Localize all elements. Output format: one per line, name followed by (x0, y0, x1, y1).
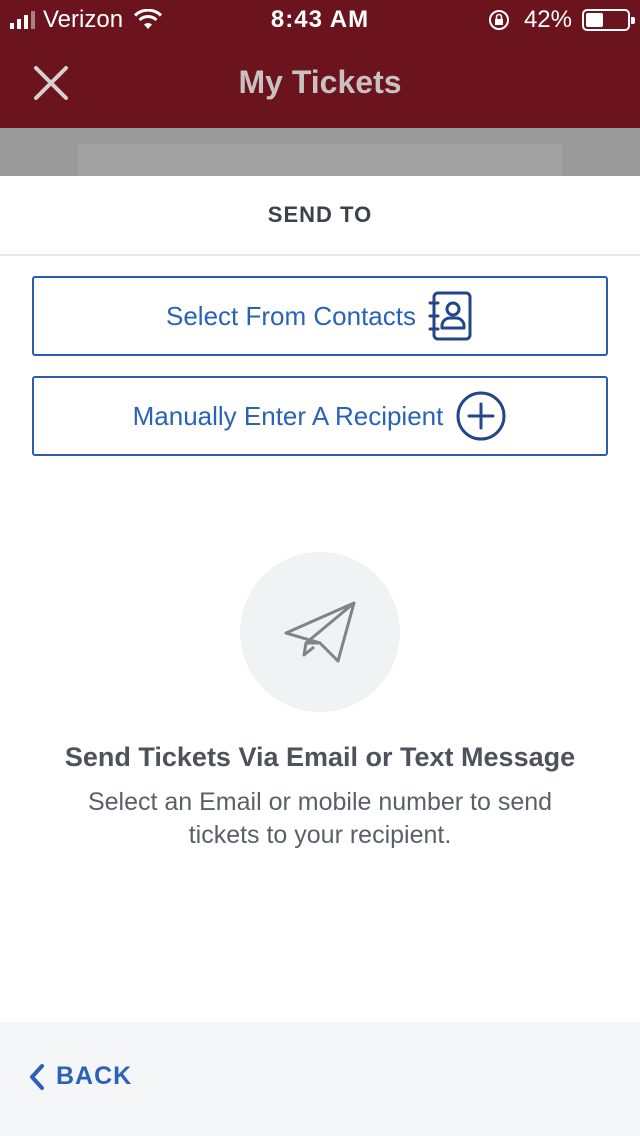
empty-state-description: Select an Email or mobile number to send… (87, 788, 553, 849)
battery-fill (586, 13, 603, 27)
sheet-header: SEND TO (0, 176, 640, 256)
send-to-sheet: SEND TO Select From Contacts Manually En… (0, 176, 640, 1136)
empty-state-title: Send Tickets Via Email or Text Message (64, 742, 576, 772)
page-title: My Tickets (238, 64, 402, 100)
select-from-contacts-label: Select From Contacts (166, 300, 416, 331)
empty-state-illustration (240, 552, 400, 712)
plus-circle-icon (455, 390, 507, 442)
battery-percent: 42% (523, 6, 572, 33)
manually-enter-recipient-label: Manually Enter A Recipient (132, 400, 444, 431)
chevron-left-icon (30, 1063, 44, 1090)
status-right: 42% (488, 6, 635, 34)
sheet-footer: BACK (0, 1022, 640, 1136)
select-from-contacts-button[interactable]: Select From Contacts (32, 276, 608, 356)
back-label: BACK (56, 1062, 133, 1090)
status-bar: Verizon 8:43 AM 42% (0, 0, 640, 40)
dimmed-background (0, 128, 640, 176)
contacts-book-icon (428, 291, 474, 341)
rotation-lock-icon (488, 10, 509, 30)
app-header: Verizon 8:43 AM 42% My Tickets (0, 0, 640, 128)
paper-plane-icon (284, 601, 356, 663)
nav-bar: My Tickets (0, 40, 640, 128)
battery-icon (582, 9, 635, 31)
sheet-title: SEND TO (267, 202, 373, 227)
manually-enter-recipient-button[interactable]: Manually Enter A Recipient (32, 376, 608, 456)
back-button[interactable]: BACK (28, 1062, 132, 1091)
